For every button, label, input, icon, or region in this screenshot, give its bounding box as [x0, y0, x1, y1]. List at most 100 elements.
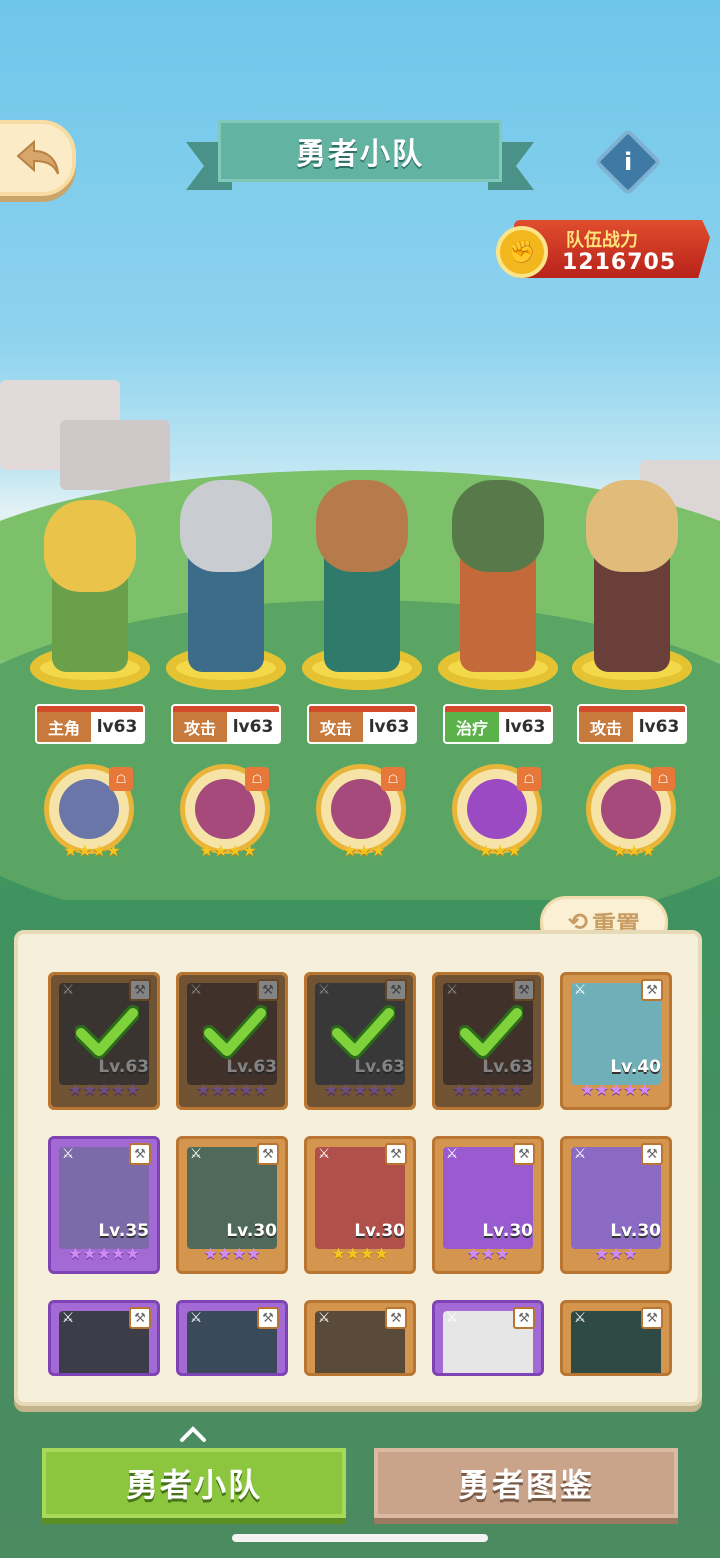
hero-tag: 主角 lv63 [35, 704, 145, 744]
card-stars: ★★★★★ [68, 1244, 140, 1263]
tab-hero-team[interactable]: 勇者小队 [42, 1448, 346, 1518]
class-icon: ⚔ [189, 982, 203, 998]
hero-card[interactable]: ⚔ ⚒ Lv.35 ★★★★★ [48, 1136, 160, 1274]
hero-card[interactable]: ⚔ ⚒ [176, 1300, 288, 1376]
weapon-icon: ⚒ [513, 1143, 535, 1165]
class-icon: ⚔ [317, 1310, 331, 1326]
class-icon: ⚔ [445, 1310, 459, 1326]
fist-icon: ✊ [496, 226, 548, 278]
pet-slot[interactable]: ☖ ★★★ [586, 764, 676, 860]
pet-stars: ★★★ [612, 841, 656, 860]
weapon-icon: ⚒ [513, 979, 535, 1001]
hero-card[interactable]: ⚔ ⚒ Lv.30 ★★★ [432, 1136, 544, 1274]
pet-type-icon: ☖ [517, 767, 541, 791]
hero-hp-bar [37, 706, 143, 712]
power-value: 1216705 [562, 250, 677, 275]
hero-figure[interactable] [166, 420, 286, 690]
hero-tag: 攻击 lv63 [171, 704, 281, 744]
class-icon: ⚔ [445, 1146, 459, 1162]
weapon-icon: ⚒ [257, 1307, 279, 1329]
weapon-icon: ⚒ [257, 979, 279, 1001]
class-icon: ⚔ [573, 1310, 587, 1326]
hero-card[interactable]: ⚔ ⚒ Lv.63 ★★★★★ [176, 972, 288, 1110]
pet-type-icon: ☖ [245, 767, 269, 791]
pet-type-icon: ☖ [109, 767, 133, 791]
tab-hero-collection[interactable]: 勇者图鉴 [374, 1448, 678, 1518]
weapon-icon: ⚒ [385, 1143, 407, 1165]
checkmark-icon [459, 1005, 523, 1059]
hero-card-grid: ⚔ ⚒ Lv.63 ★★★★★ ⚔ ⚒ Lv.63 ★★★★★ ⚔ ⚒ Lv.63 ★★★★★ ⚔ ⚒ Lv… [48, 972, 672, 1402]
pet-stars: ★★★ [342, 841, 386, 860]
weapon-icon: ⚒ [385, 979, 407, 1001]
card-level: Lv.30 [610, 1221, 661, 1241]
card-stars: ★★★★ [203, 1244, 261, 1263]
hero-card[interactable]: ⚔ ⚒ Lv.63 ★★★★★ [48, 972, 160, 1110]
home-indicator[interactable] [232, 1534, 488, 1542]
hero-head [586, 480, 678, 572]
pet-stars: ★★★ [478, 841, 522, 860]
weapon-icon: ⚒ [641, 1143, 663, 1165]
card-level: Lv.63 [482, 1057, 533, 1077]
power-label: 队伍战力 [566, 230, 638, 251]
card-level: Lv.63 [226, 1057, 277, 1077]
hero-role: 治疗 [445, 712, 499, 742]
hero-card[interactable]: ⚔ ⚒ Lv.63 ★★★★★ [432, 972, 544, 1110]
hero-role: 攻击 [309, 712, 363, 742]
pet-type-icon: ☖ [651, 767, 675, 791]
hero-role: 攻击 [579, 712, 633, 742]
hero-hp-bar [309, 706, 415, 712]
hero-figure[interactable] [302, 420, 422, 690]
card-level: Lv.30 [354, 1221, 405, 1241]
hero-level: lv63 [91, 712, 143, 742]
card-stars: ★★★★ [331, 1244, 389, 1263]
pet-stars: ★★★★ [63, 841, 121, 860]
card-level: Lv.63 [354, 1057, 405, 1077]
hero-tag: 攻击 lv63 [577, 704, 687, 744]
pet-slot[interactable]: ☖ ★★★ [452, 764, 542, 860]
hero-hp-bar [173, 706, 279, 712]
card-level: Lv.63 [98, 1057, 149, 1077]
hero-card[interactable]: ⚔ ⚒ [560, 1300, 672, 1376]
hero-role: 主角 [37, 712, 91, 742]
hero-level: lv63 [633, 712, 685, 742]
chevron-up-icon[interactable] [178, 1424, 208, 1444]
hero-head [452, 480, 544, 572]
hero-tag: 治疗 lv63 [443, 704, 553, 744]
hero-card[interactable]: ⚔ ⚒ [304, 1300, 416, 1376]
pet-slot[interactable]: ☖ ★★★★ [44, 764, 134, 860]
weapon-icon: ⚒ [129, 1143, 151, 1165]
hero-card[interactable]: ⚔ ⚒ Lv.30 ★★★ [560, 1136, 672, 1274]
checkmark-icon [75, 1005, 139, 1059]
hero-figure[interactable] [572, 420, 692, 690]
checkmark-icon [331, 1005, 395, 1059]
pet-slot[interactable]: ☖ ★★★ [316, 764, 406, 860]
card-stars: ★★★ [594, 1244, 638, 1263]
hero-hp-bar [579, 706, 685, 712]
hero-figure[interactable] [438, 420, 558, 690]
class-icon: ⚔ [189, 1310, 203, 1326]
back-button[interactable] [0, 120, 76, 196]
weapon-icon: ⚒ [257, 1143, 279, 1165]
pet-slot[interactable]: ☖ ★★★★ [180, 764, 270, 860]
hero-tag: 攻击 lv63 [307, 704, 417, 744]
weapon-icon: ⚒ [513, 1307, 535, 1329]
hero-level: lv63 [227, 712, 279, 742]
hero-card[interactable]: ⚔ ⚒ Lv.30 ★★★★ [304, 1136, 416, 1274]
weapon-icon: ⚒ [129, 979, 151, 1001]
info-icon: i [623, 147, 633, 176]
hero-card[interactable]: ⚔ ⚒ [432, 1300, 544, 1376]
hero-card[interactable]: ⚔ ⚒ Lv.40 ★★★★★ [560, 972, 672, 1110]
class-icon: ⚔ [317, 1146, 331, 1162]
hero-role: 攻击 [173, 712, 227, 742]
hero-card[interactable]: ⚔ ⚒ Lv.63 ★★★★★ [304, 972, 416, 1110]
hero-level: lv63 [499, 712, 551, 742]
card-stars: ★★★★★ [324, 1080, 396, 1099]
hero-head [316, 480, 408, 572]
hero-card[interactable]: ⚔ ⚒ Lv.30 ★★★★ [176, 1136, 288, 1274]
hero-figure[interactable] [30, 420, 150, 690]
card-stars: ★★★ [466, 1244, 510, 1263]
hero-card[interactable]: ⚔ ⚒ [48, 1300, 160, 1376]
hero-head [44, 500, 136, 592]
class-icon: ⚔ [573, 982, 587, 998]
hero-roster-panel: ⚔ ⚒ Lv.63 ★★★★★ ⚔ ⚒ Lv.63 ★★★★★ ⚔ ⚒ Lv.63 ★★★★★ ⚔ ⚒ Lv… [14, 930, 702, 1406]
